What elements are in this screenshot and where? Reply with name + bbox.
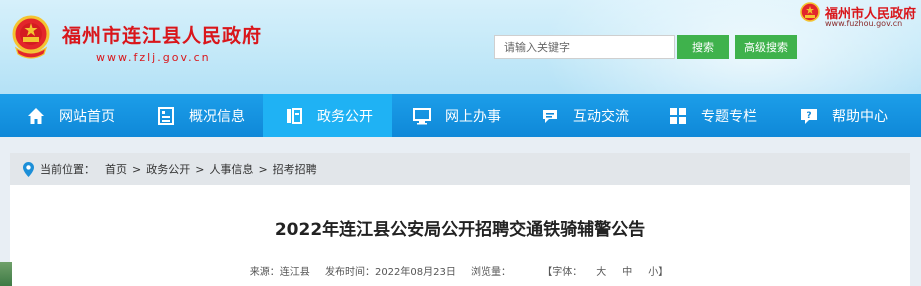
article-publish-date: 发布时间：2022年08月23日 <box>324 267 456 278</box>
search-button[interactable]: 搜索 <box>677 35 729 59</box>
grid-icon <box>669 107 687 125</box>
article-panel: 2022年连江县公安局公开招聘交通铁骑辅警公告 来源：连江县 发布时间：2022… <box>10 185 910 286</box>
breadcrumb: 当前位置： 首页 > 政务公开 > 人事信息 > 招考招聘 <box>10 153 910 185</box>
open-government-icon <box>285 107 303 125</box>
site-title: 福州市连江县人民政府 <box>62 25 263 47</box>
font-size-medium-button[interactable]: 中 <box>622 267 632 278</box>
nav-item-label: 网上办事 <box>445 108 501 125</box>
site-url: www.fzlj.gov.cn <box>96 51 211 64</box>
nav-item-overview[interactable]: 概况信息 <box>157 94 245 137</box>
main-nav: 网站首页 概况信息 政务公开 网上办事 互动交流 专题专栏 ? 帮助中心 <box>0 94 921 137</box>
font-size-large-button[interactable]: 大 <box>596 267 606 278</box>
article-meta: 来源：连江县 发布时间：2022年08月23日 浏览量： 【字体： 大 中 小】 <box>10 263 910 278</box>
home-icon <box>27 107 45 125</box>
breadcrumb-label: 当前位置： <box>40 163 95 176</box>
site-header: 福州市连江县人民政府 www.fzlj.gov.cn 福州市人民政府 www.f… <box>0 0 921 94</box>
nav-item-online-services[interactable]: 网上办事 <box>413 94 501 137</box>
breadcrumb-item-government-affairs[interactable]: 政务公开 <box>146 161 190 177</box>
advanced-search-button[interactable]: 高级搜索 <box>735 35 797 59</box>
nav-item-special-topics[interactable]: 专题专栏 <box>669 94 757 137</box>
nav-item-label: 政务公开 <box>317 108 373 125</box>
national-emblem-icon <box>12 15 50 59</box>
nav-item-help-center[interactable]: ? 帮助中心 <box>800 94 888 137</box>
breadcrumb-separator: > <box>258 162 268 176</box>
nav-item-label: 概况信息 <box>189 108 245 125</box>
city-link-url: www.fuzhou.gov.cn <box>825 19 903 28</box>
breadcrumb-item-recruitment[interactable]: 招考招聘 <box>273 161 317 177</box>
nav-item-interaction[interactable]: 互动交流 <box>541 94 629 137</box>
font-size-label: 【字体： <box>542 267 583 278</box>
article-views: 浏览量： <box>471 267 512 278</box>
city-emblem-icon <box>800 2 820 22</box>
article-source: 来源：连江县 <box>249 267 310 278</box>
nav-item-government-affairs[interactable]: 政务公开 <box>263 94 392 137</box>
nav-item-home[interactable]: 网站首页 <box>27 94 115 137</box>
nav-item-label: 网站首页 <box>59 108 115 125</box>
svg-text:?: ? <box>806 111 811 121</box>
breadcrumb-item-personnel-info[interactable]: 人事信息 <box>209 161 253 177</box>
font-size-small-button[interactable]: 小】 <box>648 267 668 278</box>
breadcrumb-item-home[interactable]: 首页 <box>105 161 127 177</box>
article-title: 2022年连江县公安局公开招聘交通铁骑辅警公告 <box>274 220 646 240</box>
search-input[interactable] <box>494 35 675 59</box>
location-pin-icon <box>23 161 34 177</box>
monitor-icon <box>413 107 431 125</box>
breadcrumb-separator: > <box>132 162 142 176</box>
document-icon <box>157 106 175 125</box>
chat-icon <box>541 107 559 125</box>
help-icon: ? <box>800 107 818 125</box>
fuzhou-government-link[interactable]: 福州市人民政府 www.fuzhou.gov.cn <box>799 2 921 28</box>
breadcrumb-separator: > <box>195 162 205 176</box>
nav-item-label: 帮助中心 <box>832 108 888 125</box>
nav-item-label: 专题专栏 <box>701 108 757 125</box>
nav-item-label: 互动交流 <box>573 108 629 125</box>
decorative-landscape <box>0 262 12 286</box>
